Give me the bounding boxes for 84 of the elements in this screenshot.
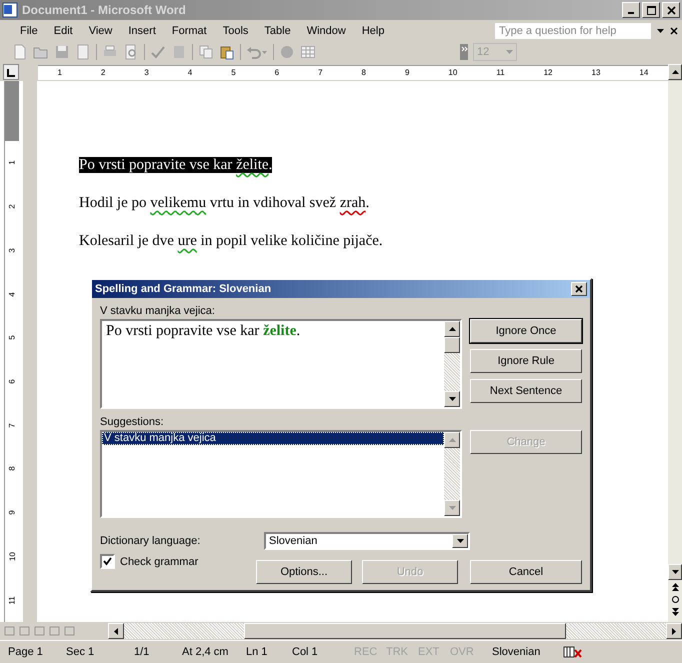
dropdown-arrow-icon[interactable]	[657, 28, 664, 32]
previous-page-icon[interactable]	[670, 583, 680, 592]
down-arrow-icon	[448, 506, 456, 510]
menu-item[interactable]: Format	[164, 24, 215, 36]
menu-item[interactable]: Edit	[46, 24, 81, 36]
dialog-button[interactable]: Ignore Once	[470, 319, 582, 343]
vertical-ruler: 1 2 3 4 5 6 7 8 9 10 11	[4, 81, 19, 622]
browse-object-icon[interactable]	[670, 595, 680, 604]
minimize-button[interactable]	[622, 2, 640, 18]
next-page-icon[interactable]	[670, 607, 680, 616]
view-icon[interactable]	[34, 626, 45, 636]
scrollbar[interactable]	[444, 321, 460, 407]
dropdown-arrow-icon	[456, 539, 464, 543]
dropdown-arrow-icon	[506, 50, 513, 54]
sentence-label: V stavku manjka vejica:	[100, 304, 216, 319]
paragraph: Kolesaril je dve ure in popil velike količine pijače.	[79, 232, 384, 251]
document-icon	[2, 2, 18, 18]
up-arrow-icon	[448, 438, 456, 442]
paragraph: Po vrsti popravite vse kar želite.	[79, 156, 274, 175]
check-grammar-checkbox[interactable]: Check grammar	[100, 552, 256, 569]
close-button[interactable]	[662, 2, 680, 18]
scrollbar[interactable]	[444, 432, 460, 516]
maximize-icon	[646, 6, 656, 14]
up-arrow-icon	[672, 70, 678, 74]
dialog-button[interactable]: Ignore Rule	[470, 349, 582, 373]
copy-icon[interactable]	[198, 44, 214, 60]
spelling-status-icon	[562, 645, 584, 659]
dictionary-label: Dictionary language:	[100, 534, 202, 548]
vertical-scrollbar[interactable]	[668, 81, 682, 622]
status-item: Page 1	[8, 646, 44, 658]
dialog-title: Spelling and Grammar: Slovenian	[95, 283, 272, 295]
menu-item[interactable]: View	[80, 24, 120, 36]
status-item: Ln 1	[246, 646, 268, 658]
up-arrow-icon	[448, 327, 456, 331]
menu-item[interactable]: Table	[256, 24, 299, 36]
suggestions-label: Suggestions:	[100, 415, 165, 430]
minimize-icon	[628, 12, 634, 14]
undo-icon[interactable]	[246, 44, 268, 60]
down-arrow-icon	[448, 397, 456, 401]
spelling-icon[interactable]	[150, 44, 166, 60]
paste-icon[interactable]	[219, 44, 235, 60]
close-button[interactable]	[571, 282, 587, 296]
help-search-field[interactable]: Type a question for help	[495, 22, 651, 38]
horizontal-scrollbar[interactable]	[108, 623, 682, 639]
horizontal-ruler: 1 2 3 4 5 6 7 8 9 10 11 12 13 14	[38, 64, 668, 80]
view-icon[interactable]	[64, 626, 75, 636]
checkmark-icon	[103, 557, 112, 566]
view-icon[interactable]	[49, 626, 60, 636]
maximize-button[interactable]	[642, 2, 660, 18]
menu-item[interactable]: Insert	[120, 24, 164, 36]
menu-item[interactable]: Window	[298, 24, 354, 36]
left-tab-icon	[6, 68, 16, 76]
view-icon[interactable]	[19, 626, 30, 636]
language-dropdown[interactable]: Slovenian	[264, 532, 470, 550]
table-icon[interactable]	[300, 44, 316, 60]
status-item: At 2,4 cm	[182, 646, 230, 658]
status-item: Sec 1	[66, 646, 96, 658]
status-item: Col 1	[292, 646, 319, 658]
toolbar-options-icon[interactable]	[460, 44, 468, 60]
view-icon[interactable]	[4, 626, 15, 636]
left-arrow-icon	[114, 628, 118, 634]
dialog-button[interactable]: Next Sentence	[470, 379, 582, 403]
sentence-field[interactable]: Po vrsti popravite vse kar želite.	[100, 319, 462, 409]
status-item: 1/1	[134, 646, 150, 658]
close-icon	[575, 285, 583, 293]
scroll-up-button[interactable]	[668, 64, 682, 80]
scroll-thumb[interactable]	[444, 337, 460, 353]
dialog-button[interactable]: Options...	[256, 560, 352, 584]
menu-item[interactable]: Help	[354, 24, 392, 36]
tab-selector[interactable]	[3, 64, 19, 80]
document-icon[interactable]	[75, 44, 91, 60]
status-item: Slovenian	[492, 646, 542, 658]
menu-item[interactable]: File	[12, 24, 46, 36]
close-icon	[666, 6, 676, 14]
menu-item[interactable]: Tools	[214, 24, 256, 36]
save-icon[interactable]	[54, 44, 70, 60]
suggestion-item[interactable]: V stavku manjka vejica	[102, 432, 444, 445]
close-icon[interactable]	[670, 26, 678, 34]
window-title: Document1 - Microsoft Word	[22, 3, 187, 17]
down-arrow-icon	[672, 570, 678, 574]
paragraph: Hodil je po velikemu vrtu in vdihoval svež zrah.	[79, 194, 370, 213]
dialog-button[interactable]: Cancel	[470, 560, 582, 584]
right-arrow-icon	[672, 628, 676, 634]
scroll-down-button[interactable]	[668, 564, 682, 580]
